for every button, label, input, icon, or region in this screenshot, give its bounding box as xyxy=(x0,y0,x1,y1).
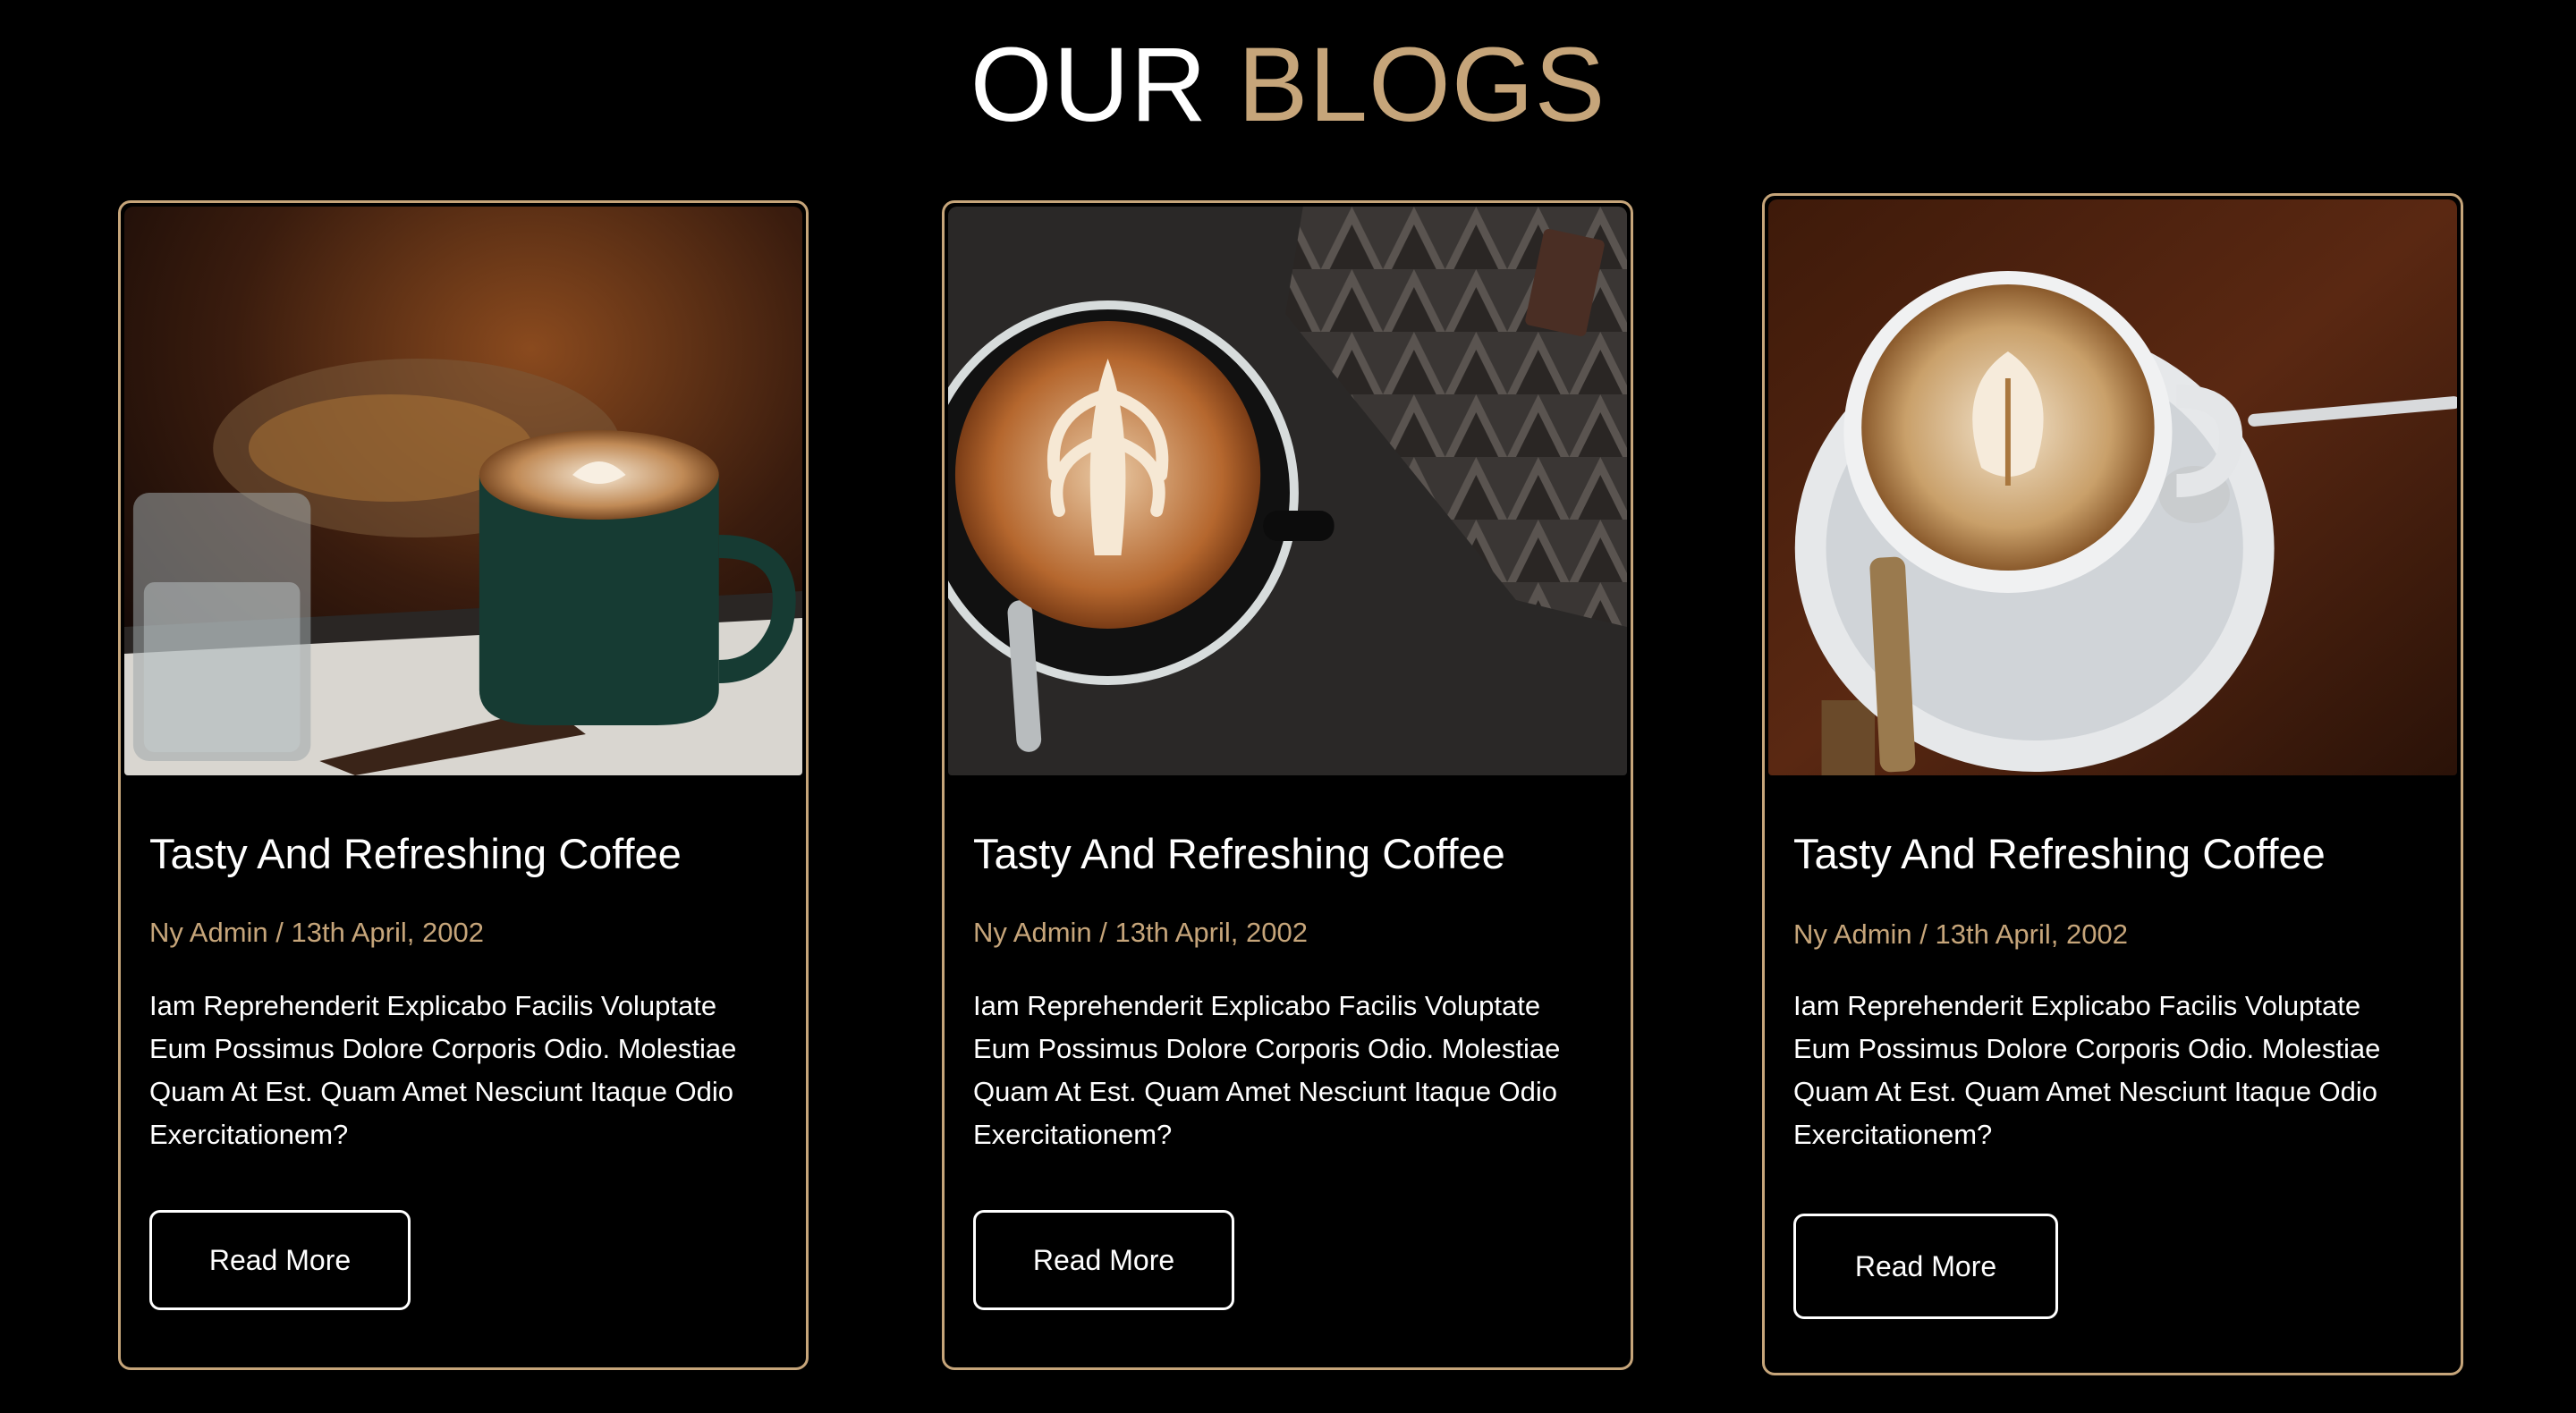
blog-excerpt: Iam Reprehenderit Explicabo Facilis Volu… xyxy=(149,990,737,1150)
blog-title: Tasty And Refreshing Coffee xyxy=(1793,830,2326,877)
blog-title: Tasty And Refreshing Coffee xyxy=(973,830,1505,877)
blog-meta: Ny Admin / 13th April, 2002 xyxy=(149,917,484,948)
blog-image-coffee-cup xyxy=(124,207,802,775)
section-title: OUR BLOGS xyxy=(0,27,2576,143)
read-more-button[interactable]: Read More xyxy=(973,1210,1234,1310)
blog-image-cappuccino xyxy=(1768,199,2457,775)
blog-title: Tasty And Refreshing Coffee xyxy=(149,830,682,877)
blog-excerpt: Iam Reprehenderit Explicabo Facilis Volu… xyxy=(1793,990,2381,1150)
blog-image-latte-art xyxy=(948,207,1627,775)
blog-card-3: Tasty And Refreshing Coffee Ny Admin / 1… xyxy=(1762,193,2463,1375)
blog-excerpt: Iam Reprehenderit Explicabo Facilis Volu… xyxy=(973,990,1561,1150)
blog-card-2: Tasty And Refreshing Coffee Ny Admin / 1… xyxy=(942,200,1633,1370)
read-more-button[interactable]: Read More xyxy=(1793,1214,2058,1319)
blog-meta: Ny Admin / 13th April, 2002 xyxy=(1793,918,2128,950)
blog-meta: Ny Admin / 13th April, 2002 xyxy=(973,917,1308,948)
title-word-our: OUR xyxy=(970,26,1208,144)
read-more-button[interactable]: Read More xyxy=(149,1210,411,1310)
title-word-blogs: BLOGS xyxy=(1237,26,1606,144)
blog-card-1: Tasty And Refreshing Coffee Ny Admin / 1… xyxy=(118,200,809,1370)
